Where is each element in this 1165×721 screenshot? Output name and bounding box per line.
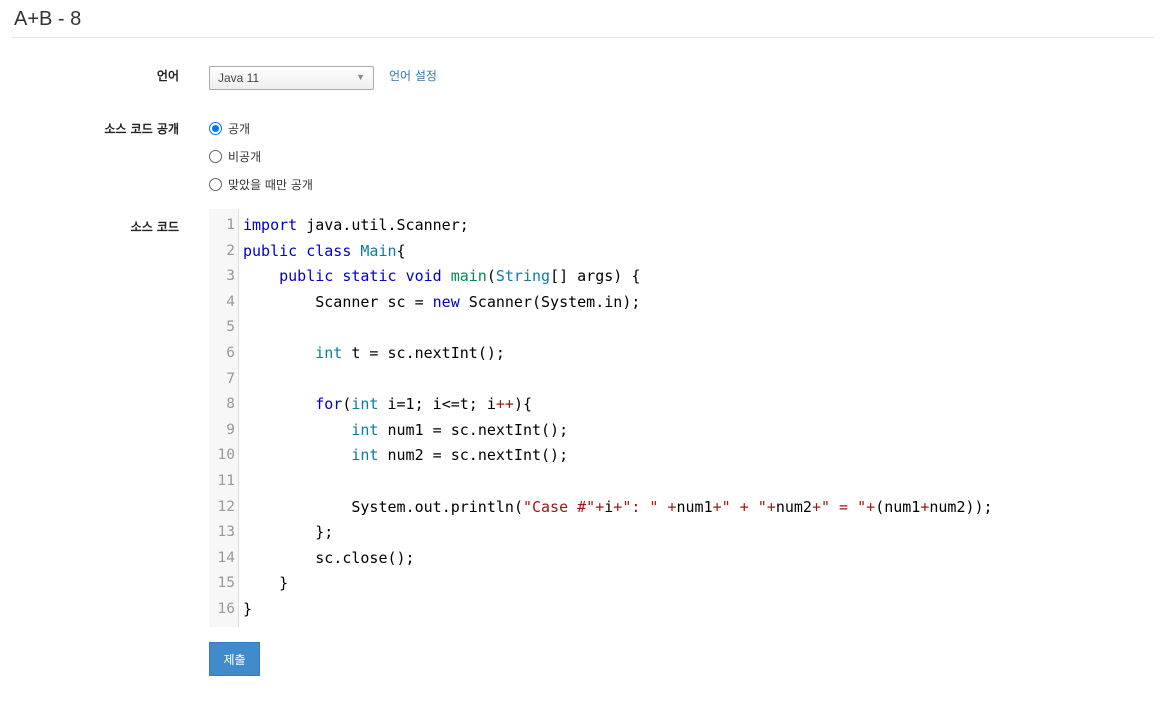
code-text[interactable]: import java.util.Scanner;	[243, 213, 469, 239]
code-text[interactable]: int num2 = sc.nextInt();	[243, 443, 568, 469]
code-text[interactable]: int t = sc.nextInt();	[243, 341, 505, 367]
code-line[interactable]: 9 int num1 = sc.nextInt();	[209, 418, 1149, 444]
code-text[interactable]: System.out.println("Case #"+i+": " +num1…	[243, 495, 992, 521]
visibility-label: 소스 코드 공개	[104, 122, 179, 136]
code-line[interactable]: 15 }	[209, 571, 1149, 597]
code-line[interactable]: 12 System.out.println("Case #"+i+": " +n…	[209, 495, 1149, 521]
line-number: 14	[217, 549, 235, 566]
code-line[interactable]: 8 for(int i=1; i<=t; i++){	[209, 392, 1149, 418]
page-title: A+B - 8	[14, 8, 82, 30]
line-number: 4	[226, 293, 235, 310]
code-editor[interactable]: 1 import java.util.Scanner; 2 public class …	[209, 209, 1155, 627]
code-line[interactable]: 3 public static void main(String[] args)…	[209, 264, 1149, 290]
code-line[interactable]: 5	[209, 315, 1149, 341]
radio-label: 맞았을 때만 공개	[228, 177, 313, 192]
code-line[interactable]: 11	[209, 469, 1149, 495]
source-code-label: 소스 코드	[130, 220, 179, 234]
language-settings-link[interactable]: 언어 설정	[389, 67, 437, 84]
line-number: 5	[226, 319, 235, 336]
code-text[interactable]: sc.close();	[243, 546, 414, 572]
code-line[interactable]: 2 public class Main{	[209, 239, 1149, 265]
line-number: 15	[217, 575, 235, 592]
code-line[interactable]: 4 Scanner sc = new Scanner(System.in);	[209, 290, 1149, 316]
code-line[interactable]: 14 sc.close();	[209, 546, 1149, 572]
code-text[interactable]: for(int i=1; i<=t; i++){	[243, 392, 532, 418]
radio-button[interactable]	[209, 121, 222, 135]
line-number: 3	[226, 268, 235, 285]
line-number: 7	[226, 370, 235, 387]
code-text[interactable]: public class Main{	[243, 239, 406, 265]
line-number: 13	[217, 524, 235, 541]
code-line[interactable]: 7	[209, 367, 1149, 393]
radio-private[interactable]: 비공개	[209, 148, 261, 164]
code-line[interactable]: 6 int t = sc.nextInt();	[209, 341, 1149, 367]
code-line[interactable]: 16}	[209, 597, 1149, 623]
chevron-down-icon: ▼	[356, 72, 365, 82]
title-divider	[12, 37, 1155, 38]
radio-button[interactable]	[209, 149, 222, 163]
line-number: 9	[226, 421, 235, 438]
radio-public[interactable]: 공개	[209, 120, 250, 136]
line-number: 2	[226, 242, 235, 259]
radio-public-if-accepted[interactable]: 맞았을 때만 공개	[209, 176, 313, 192]
language-select[interactable]: Java 11 ▼	[209, 66, 374, 90]
code-line[interactable]: 10 int num2 = sc.nextInt();	[209, 443, 1149, 469]
code-text[interactable]: Scanner sc = new Scanner(System.in);	[243, 290, 640, 316]
code-line[interactable]: 13 };	[209, 520, 1149, 546]
code-text[interactable]: }	[243, 571, 288, 597]
radio-button[interactable]	[209, 177, 222, 191]
code-text[interactable]: public static void main(String[] args) {	[243, 264, 640, 290]
line-number: 12	[217, 498, 235, 515]
line-number: 10	[217, 447, 235, 464]
language-label: 언어	[156, 69, 179, 83]
code-text[interactable]: int num1 = sc.nextInt();	[243, 418, 568, 444]
code-text[interactable]: };	[243, 520, 333, 546]
radio-label: 비공개	[228, 149, 262, 164]
line-number: 11	[217, 473, 235, 489]
line-number: 16	[217, 601, 235, 617]
radio-label: 공개	[228, 121, 251, 136]
code-text[interactable]: }	[243, 597, 252, 623]
line-number: 6	[226, 345, 235, 361]
line-number: 8	[226, 396, 235, 413]
submit-button[interactable]: 제출	[209, 642, 260, 676]
line-number: 1	[226, 217, 235, 233]
code-line[interactable]: 1 import java.util.Scanner;	[209, 213, 1149, 239]
language-select-value: Java 11	[218, 71, 260, 85]
